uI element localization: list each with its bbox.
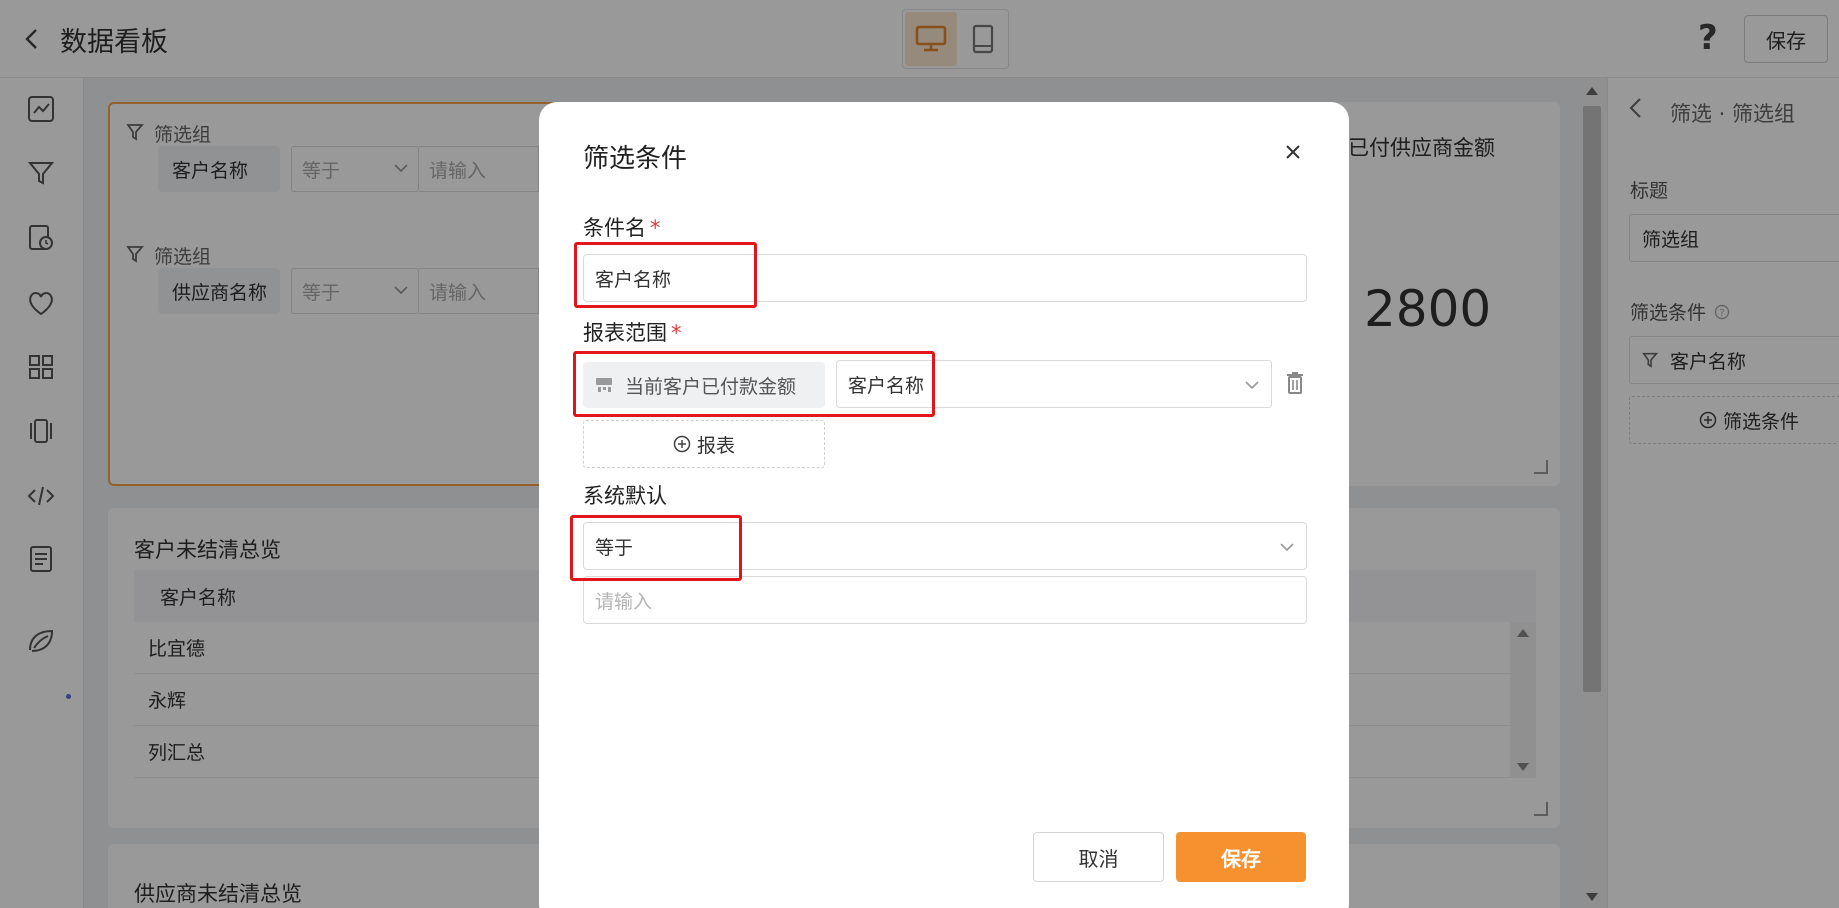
system-default-label: 系统默认 bbox=[583, 484, 667, 508]
default-value-input[interactable]: 请输入 bbox=[583, 576, 1307, 624]
highlight-box bbox=[573, 351, 935, 417]
report-scope-label-text: 报表范围 bbox=[583, 321, 667, 345]
save-button[interactable]: 保存 bbox=[1176, 832, 1306, 882]
highlight-box bbox=[570, 515, 742, 581]
highlight-box bbox=[574, 242, 757, 308]
condition-name-label-text: 条件名 bbox=[583, 216, 646, 240]
required-mark: * bbox=[650, 216, 661, 240]
close-icon[interactable] bbox=[1279, 138, 1307, 166]
trash-icon[interactable] bbox=[1284, 370, 1306, 396]
plus-circle-icon bbox=[673, 435, 691, 453]
chevron-down-icon bbox=[1280, 543, 1294, 552]
add-report-button[interactable]: 报表 bbox=[583, 420, 825, 468]
chevron-down-icon bbox=[1245, 381, 1259, 390]
filter-condition-dialog: 筛选条件 条件名* 客户名称 报表范围* 当前客户已付款金额 客户名称 报表 bbox=[539, 102, 1349, 908]
add-report-label: 报表 bbox=[696, 434, 735, 457]
dialog-title: 筛选条件 bbox=[583, 144, 688, 174]
condition-name-label: 条件名 * bbox=[583, 212, 661, 242]
report-scope-label: 报表范围 * bbox=[583, 317, 682, 347]
required-mark: * bbox=[671, 321, 682, 345]
cancel-button[interactable]: 取消 bbox=[1033, 832, 1164, 882]
